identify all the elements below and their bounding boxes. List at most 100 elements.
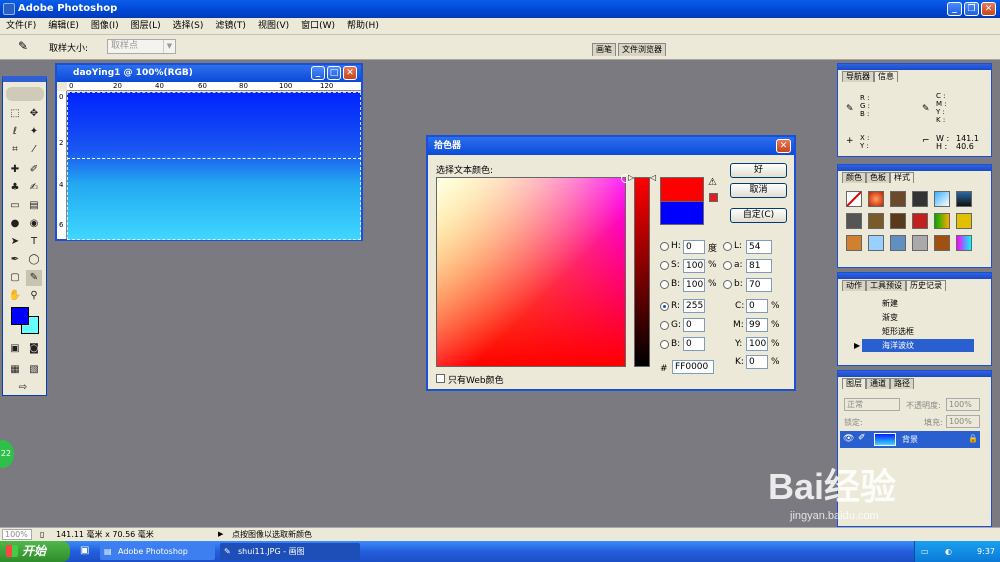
menu-view[interactable]: 视图(V) bbox=[252, 18, 295, 34]
b-radio[interactable] bbox=[723, 280, 732, 289]
network-icon[interactable]: ▭ bbox=[921, 541, 929, 562]
start-button[interactable]: 开始 bbox=[0, 541, 70, 562]
style-swatch[interactable] bbox=[956, 235, 972, 251]
eraser-tool-icon[interactable]: ▭ bbox=[7, 198, 23, 214]
hue-slider[interactable] bbox=[634, 177, 650, 367]
blue-radio[interactable] bbox=[660, 340, 669, 349]
clock[interactable]: 9:37 bbox=[977, 547, 995, 556]
color-picker-titlebar[interactable]: 拾色器 ✕ bbox=[428, 137, 794, 155]
volume-icon[interactable]: ◐ bbox=[945, 541, 952, 562]
style-swatch[interactable] bbox=[934, 213, 950, 229]
tab-channels[interactable]: 通道 bbox=[866, 378, 890, 389]
minimize-button[interactable]: _ bbox=[947, 2, 962, 16]
menu-image[interactable]: 图像(I) bbox=[85, 18, 125, 34]
style-swatch[interactable] bbox=[890, 191, 906, 207]
brush-tool-icon[interactable]: ✐ bbox=[26, 162, 42, 178]
gamut-swatch[interactable] bbox=[709, 193, 718, 202]
magic-wand-icon[interactable]: ✦ bbox=[26, 124, 42, 140]
tab-tool-presets[interactable]: 工具预设 bbox=[866, 280, 906, 291]
doc-maximize-button[interactable]: □ bbox=[327, 66, 341, 80]
red-radio[interactable] bbox=[660, 302, 669, 311]
tab-color[interactable]: 颜色 bbox=[842, 172, 866, 183]
doc-minimize-button[interactable]: _ bbox=[311, 66, 325, 80]
zoom-field[interactable]: 100% bbox=[2, 529, 32, 540]
taskbar-item-photoshop[interactable]: ▤ Adobe Photoshop bbox=[100, 543, 215, 560]
hex-field[interactable]: FF0000 bbox=[672, 360, 714, 374]
tab-brushes[interactable]: 画笔 bbox=[592, 43, 616, 56]
style-swatch[interactable] bbox=[846, 235, 862, 251]
brightness-radio[interactable] bbox=[660, 280, 669, 289]
standard-mode-icon[interactable]: ▣ bbox=[7, 341, 23, 357]
tab-paths[interactable]: 路径 bbox=[890, 378, 914, 389]
opacity-field[interactable]: 100% bbox=[946, 398, 980, 411]
status-arrow-icon[interactable]: ▶ bbox=[218, 528, 223, 541]
hue-radio[interactable] bbox=[660, 242, 669, 251]
zoom-tool-icon[interactable]: ⚲ bbox=[26, 288, 42, 304]
document-titlebar[interactable]: daoYing1 @ 100%(RGB) _ □ ✕ bbox=[57, 65, 361, 82]
saturation-field[interactable]: 100 bbox=[683, 259, 705, 273]
style-swatch[interactable] bbox=[934, 191, 950, 207]
tab-styles[interactable]: 样式 bbox=[890, 172, 914, 183]
slider-left-arrow-icon[interactable]: ▷ bbox=[628, 173, 634, 182]
blend-mode-select[interactable]: 正常 bbox=[844, 398, 900, 411]
style-none[interactable] bbox=[846, 191, 862, 207]
show-desktop-icon[interactable]: ▣ bbox=[80, 545, 89, 556]
menu-filter[interactable]: 滤镜(T) bbox=[209, 18, 252, 34]
lightness-radio[interactable] bbox=[723, 242, 732, 251]
menu-help[interactable]: 帮助(H) bbox=[341, 18, 385, 34]
style-swatch[interactable] bbox=[956, 213, 972, 229]
type-tool-icon[interactable]: T bbox=[26, 234, 42, 250]
tab-info[interactable]: 信息 bbox=[874, 71, 898, 82]
style-swatch[interactable] bbox=[912, 191, 928, 207]
quick-mask-icon[interactable]: ◙ bbox=[26, 341, 42, 357]
hand-tool-icon[interactable]: ✋ bbox=[7, 288, 23, 304]
b-field[interactable]: 70 bbox=[746, 278, 772, 292]
style-swatch[interactable] bbox=[890, 235, 906, 251]
style-swatch[interactable] bbox=[890, 213, 906, 229]
pen-tool-icon[interactable]: ✒ bbox=[7, 252, 23, 268]
tab-swatches[interactable]: 色板 bbox=[866, 172, 890, 183]
shape-tool-icon[interactable]: ◯ bbox=[26, 252, 42, 268]
close-button[interactable]: ✕ bbox=[981, 2, 996, 16]
style-swatch[interactable] bbox=[868, 191, 884, 207]
eyedropper-tool-icon[interactable]: ✎ bbox=[26, 270, 42, 286]
restore-button[interactable]: ❐ bbox=[964, 2, 979, 16]
jump-to-imageready-icon[interactable]: ⇨ bbox=[15, 380, 31, 396]
sample-size-select[interactable]: 取样点 ▼ bbox=[107, 39, 176, 54]
tab-navigator[interactable]: 导航器 bbox=[842, 71, 874, 82]
color-field[interactable] bbox=[436, 174, 630, 367]
style-swatch[interactable] bbox=[912, 213, 928, 229]
saturation-radio[interactable] bbox=[660, 261, 669, 270]
screen-mode-icon[interactable]: ▦ bbox=[7, 362, 23, 378]
a-field[interactable]: 81 bbox=[746, 259, 772, 273]
tab-file-browser[interactable]: 文件浏览器 bbox=[618, 43, 666, 56]
style-swatch[interactable] bbox=[846, 213, 862, 229]
healing-brush-icon[interactable]: ✚ bbox=[7, 162, 23, 178]
history-item-selected[interactable]: 海洋波纹 bbox=[862, 339, 974, 352]
blue-field[interactable]: 0 bbox=[683, 337, 705, 351]
image-canvas[interactable] bbox=[67, 92, 361, 240]
lightness-field[interactable]: 54 bbox=[746, 240, 772, 254]
style-swatch[interactable] bbox=[868, 213, 884, 229]
taskbar-item-paint[interactable]: ✎ shui11.JPG - 画图 bbox=[220, 543, 360, 560]
yellow-field[interactable]: 100 bbox=[746, 337, 768, 351]
style-swatch[interactable] bbox=[934, 235, 950, 251]
eyedropper-icon[interactable]: ✎ bbox=[18, 39, 28, 53]
stamp-tool-icon[interactable]: ♣ bbox=[7, 180, 23, 196]
menu-layer[interactable]: 图层(L) bbox=[125, 18, 167, 34]
full-screen-mode-icon[interactable]: ▧ bbox=[26, 362, 42, 378]
menu-select[interactable]: 选择(S) bbox=[167, 18, 210, 34]
eye-icon[interactable]: 👁 bbox=[843, 434, 854, 444]
path-select-icon[interactable]: ➤ bbox=[7, 234, 23, 250]
marquee-tool-icon[interactable]: ⬚ bbox=[7, 106, 23, 122]
crop-tool-icon[interactable]: ⌗ bbox=[7, 142, 23, 158]
ok-button[interactable]: 好 bbox=[730, 163, 787, 178]
slider-right-arrow-icon[interactable]: ◁ bbox=[650, 173, 656, 182]
web-only-checkbox[interactable] bbox=[436, 374, 445, 383]
history-item[interactable]: 矩形选框 bbox=[862, 325, 974, 338]
slice-tool-icon[interactable]: ⁄ bbox=[26, 142, 42, 158]
tab-layers[interactable]: 图层 bbox=[842, 378, 866, 389]
history-item[interactable]: 渐变 bbox=[862, 311, 974, 324]
cancel-button[interactable]: 取消 bbox=[730, 183, 787, 198]
foreground-color-swatch[interactable] bbox=[11, 307, 29, 325]
